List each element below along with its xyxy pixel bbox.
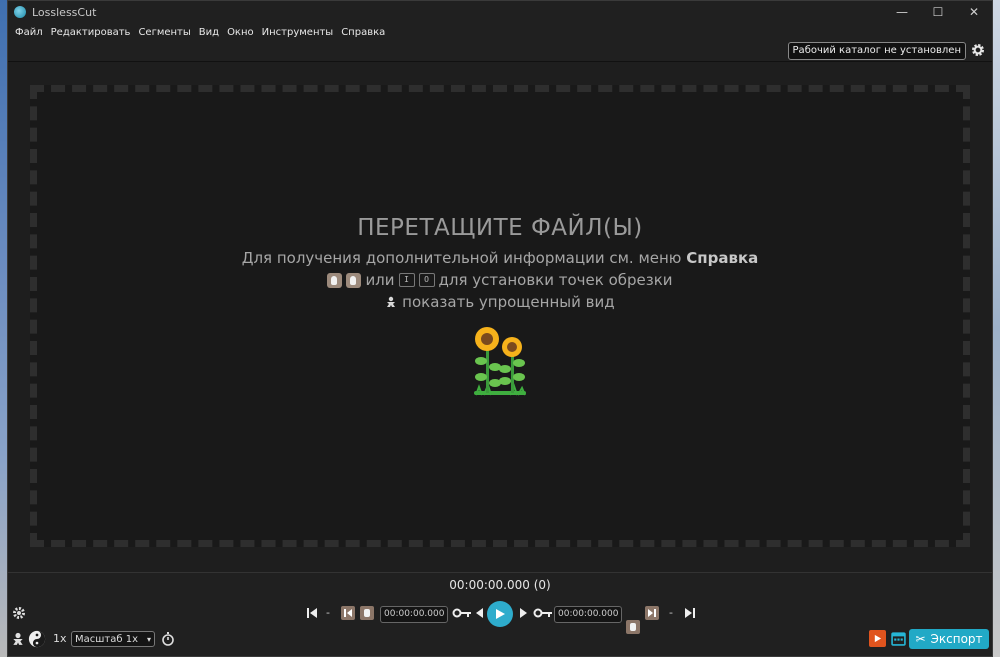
set-cut-end-icon bbox=[346, 272, 362, 288]
bottom-toolbar: 1x Масштаб 1x ▾ ✂ Экспорт bbox=[8, 629, 992, 655]
cut-points-text: для установки точек обрезки bbox=[438, 271, 673, 289]
chevron-down-icon: ▾ bbox=[146, 635, 151, 644]
jump-cut-start-icon[interactable] bbox=[341, 606, 355, 620]
working-directory-button[interactable]: Рабочий каталог не установлен bbox=[787, 42, 966, 60]
playback-speed[interactable]: 1x bbox=[53, 632, 67, 645]
jump-cut-end-icon[interactable] bbox=[645, 606, 659, 620]
menu-bar: Файл Редактировать Сегменты Вид Окно Инс… bbox=[8, 23, 992, 41]
zoom-select-value: Масштаб 1x bbox=[75, 634, 138, 645]
set-cut-start-icon bbox=[327, 272, 343, 288]
bottom-panel: 00:00:00.000 (0) - 00:00:00.000 00:00:00… bbox=[8, 572, 992, 656]
key-o: O bbox=[418, 273, 435, 287]
help-hint: Для получения дополнительной информации … bbox=[8, 249, 992, 267]
desktop-background-right bbox=[992, 0, 1000, 657]
or-text: или bbox=[365, 271, 395, 289]
help-hint-text: Для получения дополнительной информации … bbox=[241, 249, 682, 267]
menu-window[interactable]: Окно bbox=[223, 27, 258, 38]
menu-segments[interactable]: Сегменты bbox=[134, 27, 194, 38]
menu-view[interactable]: Вид bbox=[195, 27, 223, 38]
scissors-icon: ✂ bbox=[915, 632, 926, 646]
key-icon-right[interactable] bbox=[533, 607, 553, 619]
help-menu-name: Справка bbox=[686, 249, 759, 267]
end-dash: - bbox=[669, 606, 673, 619]
zoom-select[interactable]: Масштаб 1x ▾ bbox=[71, 631, 155, 647]
current-time-display: 00:00:00.000 (0) bbox=[449, 578, 551, 592]
step-backward-icon[interactable] bbox=[474, 607, 484, 619]
menu-file[interactable]: Файл bbox=[11, 27, 47, 38]
window-title: LosslessCut bbox=[32, 5, 97, 19]
drop-instructions: ПЕРЕТАЩИТЕ ФАЙЛ(Ы) Для получения дополни… bbox=[8, 215, 992, 403]
key-icon-left[interactable] bbox=[452, 607, 472, 619]
simple-mode-icon[interactable] bbox=[11, 632, 25, 646]
output-format-button[interactable] bbox=[869, 630, 886, 647]
cut-start-time-input[interactable]: 00:00:00.000 bbox=[380, 606, 449, 623]
title-bar[interactable]: LosslessCut — ☐ ✕ bbox=[8, 1, 992, 23]
key-i: I bbox=[398, 273, 415, 287]
app-logo-icon bbox=[14, 6, 26, 18]
simple-view-hint: показать упрощенный вид bbox=[8, 293, 992, 311]
menu-help[interactable]: Справка bbox=[337, 27, 389, 38]
jump-to-end-icon[interactable] bbox=[684, 607, 696, 619]
settings-gear-icon[interactable] bbox=[970, 42, 986, 58]
timer-icon[interactable] bbox=[161, 632, 175, 646]
maximize-button[interactable]: ☐ bbox=[920, 1, 956, 23]
yin-yang-icon[interactable] bbox=[28, 630, 46, 648]
video-play-icon bbox=[874, 634, 882, 643]
play-icon bbox=[496, 609, 505, 619]
minimize-button[interactable]: — bbox=[884, 1, 920, 23]
calendar-icon[interactable] bbox=[891, 631, 906, 646]
cut-end-time-input[interactable]: 00:00:00.000 bbox=[554, 606, 623, 623]
playback-controls: - 00:00:00.000 00:00:00.000 - bbox=[8, 601, 992, 634]
baby-icon bbox=[387, 296, 396, 307]
set-cut-start-button[interactable] bbox=[360, 606, 374, 620]
segment-settings-icon[interactable] bbox=[12, 606, 26, 620]
close-button[interactable]: ✕ bbox=[956, 1, 992, 23]
drop-files-title: ПЕРЕТАЩИТЕ ФАЙЛ(Ы) bbox=[357, 215, 643, 241]
start-dash: - bbox=[326, 606, 330, 619]
play-button[interactable] bbox=[487, 601, 513, 627]
cut-points-hint: или I O для установки точек обрезки bbox=[8, 271, 992, 289]
jump-to-start-icon[interactable] bbox=[306, 607, 318, 619]
window-controls: — ☐ ✕ bbox=[884, 1, 992, 23]
simple-view-text: показать упрощенный вид bbox=[402, 293, 615, 311]
menu-tools[interactable]: Инструменты bbox=[258, 27, 338, 38]
menu-edit[interactable]: Редактировать bbox=[47, 27, 135, 38]
sunflower-icon bbox=[474, 327, 526, 396]
export-button[interactable]: ✂ Экспорт bbox=[909, 629, 989, 649]
export-label: Экспорт bbox=[930, 632, 983, 646]
app-window: LosslessCut — ☐ ✕ Файл Редактировать Сег… bbox=[7, 0, 993, 657]
step-forward-icon[interactable] bbox=[519, 607, 529, 619]
top-toolbar: Рабочий каталог не установлен bbox=[8, 41, 992, 62]
